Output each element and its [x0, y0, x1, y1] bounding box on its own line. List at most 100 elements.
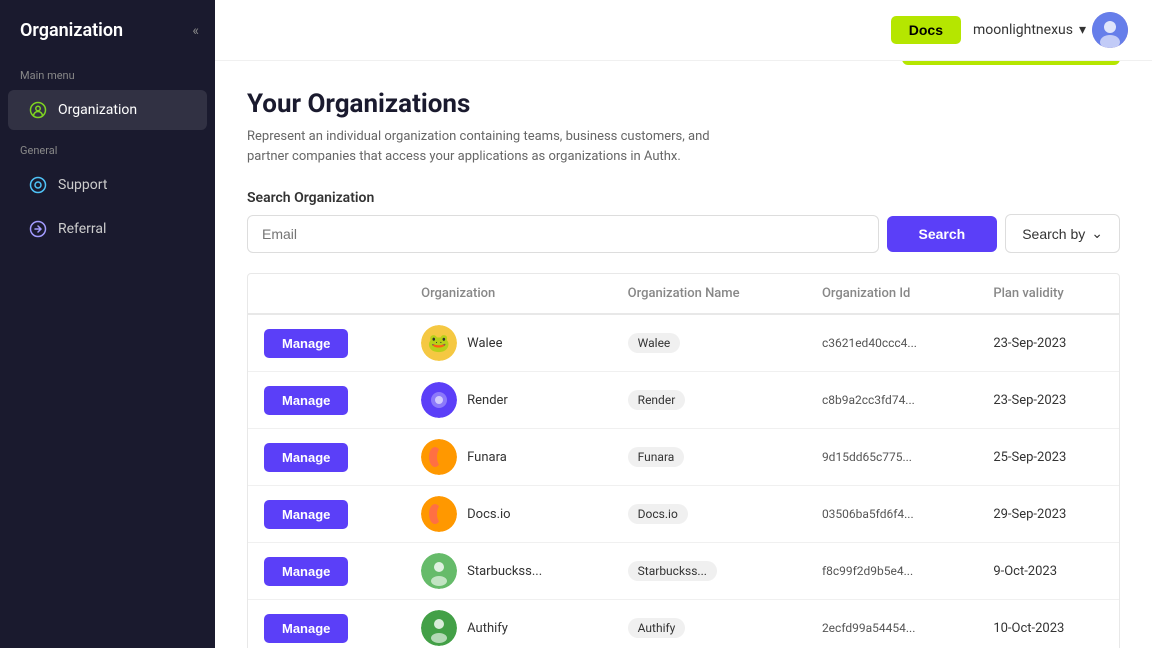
plan-cell: 9-Oct-2023: [977, 543, 1119, 600]
org-id-cell: 2ecfd99a54454...: [806, 600, 977, 648]
plan-date: 23-Sep-2023: [993, 393, 1066, 408]
manage-button[interactable]: Manage: [264, 386, 348, 415]
org-name: Render: [467, 393, 508, 408]
table-row: Manage Funara Funara 9d15dd65c775... 25-…: [248, 429, 1119, 486]
org-id-cell: f8c99f2d9b5e4...: [806, 543, 977, 600]
org-id: c8b9a2cc3fd74...: [822, 393, 915, 407]
org-avatar: [421, 553, 457, 589]
sidebar-item-organization[interactable]: Organization: [8, 90, 207, 130]
manage-button[interactable]: Manage: [264, 614, 348, 643]
org-id: c3621ed40ccc4...: [822, 336, 917, 350]
search-input[interactable]: [247, 215, 879, 253]
org-id-cell: 03506ba5fd6f4...: [806, 486, 977, 543]
table-row: Manage Docs.io Docs.io 03506ba5fd6f4... …: [248, 486, 1119, 543]
manage-button[interactable]: Manage: [264, 329, 348, 358]
org-name-cell: Funara: [612, 429, 806, 486]
organizations-table: Organization Organization Name Organizat…: [247, 273, 1120, 648]
table-row: Manage 🐸 Walee Walee c3621ed40ccc4... 23…: [248, 314, 1119, 372]
org-id: f8c99f2d9b5e4...: [822, 564, 913, 578]
docs-button[interactable]: Docs: [891, 16, 961, 44]
sidebar-item-referral[interactable]: Referral: [8, 209, 207, 249]
create-org-button[interactable]: + Create New Organization: [902, 61, 1120, 65]
content-area: + Create New Organization Your Organizat…: [215, 61, 1152, 648]
manage-button[interactable]: Manage: [264, 500, 348, 529]
org-name-cell: Starbuckss...: [612, 543, 806, 600]
page-description: Represent an individual organization con…: [247, 127, 747, 166]
org-avatar: [421, 610, 457, 646]
sidebar-org-label: Organization: [58, 102, 137, 118]
plan-cell: 25-Sep-2023: [977, 429, 1119, 486]
org-id-cell: c8b9a2cc3fd74...: [806, 372, 977, 429]
org-cell: Funara: [405, 429, 612, 486]
user-dropdown[interactable]: moonlightnexus ▾: [973, 12, 1128, 48]
sidebar-item-support[interactable]: Support: [8, 165, 207, 205]
col-plan: Plan validity: [977, 274, 1119, 314]
plan-date: 10-Oct-2023: [993, 621, 1064, 636]
org-id: 2ecfd99a54454...: [822, 621, 915, 635]
manage-button[interactable]: Manage: [264, 557, 348, 586]
manage-cell: Manage: [248, 429, 405, 486]
org-badge: Funara: [628, 447, 685, 467]
manage-cell: Manage: [248, 543, 405, 600]
manage-cell: Manage: [248, 372, 405, 429]
search-by-button[interactable]: Search by ⌄: [1005, 214, 1120, 253]
page-title: Your Organizations: [247, 89, 1120, 119]
org-id: 9d15dd65c775...: [822, 450, 912, 464]
username-label: moonlightnexus: [973, 22, 1073, 38]
org-avatar: [421, 439, 457, 475]
org-cell: Docs.io: [405, 486, 612, 543]
org-badge: Authify: [628, 618, 686, 638]
org-cell: Authify: [405, 600, 612, 648]
org-name: Funara: [467, 450, 507, 465]
col-action: [248, 274, 405, 314]
org-cell: Render: [405, 372, 612, 429]
plan-date: 29-Sep-2023: [993, 507, 1066, 522]
search-row: Search Search by ⌄: [247, 214, 1120, 253]
org-name: Walee: [467, 336, 502, 351]
general-label: General: [0, 132, 215, 163]
main-content: Docs moonlightnexus ▾ + Create New Organ…: [215, 0, 1152, 648]
org-icon: [28, 100, 48, 120]
org-avatar: 🐸: [421, 325, 457, 361]
org-id: 03506ba5fd6f4...: [822, 507, 914, 521]
org-cell: Starbuckss...: [405, 543, 612, 600]
org-id-cell: 9d15dd65c775...: [806, 429, 977, 486]
plan-cell: 23-Sep-2023: [977, 372, 1119, 429]
org-name-cell: Authify: [612, 600, 806, 648]
org-badge: Render: [628, 390, 686, 410]
org-name: Authify: [467, 621, 508, 636]
sidebar-header: Organization «: [0, 0, 215, 57]
manage-button[interactable]: Manage: [264, 443, 348, 472]
sidebar-title: Organization: [20, 20, 123, 41]
manage-cell: Manage: [248, 600, 405, 648]
org-avatar: [421, 496, 457, 532]
org-name: Docs.io: [467, 507, 510, 522]
org-id-cell: c3621ed40ccc4...: [806, 314, 977, 372]
org-badge: Walee: [628, 333, 681, 353]
org-name: Starbuckss...: [467, 564, 542, 579]
collapse-button[interactable]: «: [192, 23, 199, 39]
org-avatar: [421, 382, 457, 418]
referral-icon: [28, 219, 48, 239]
search-by-label: Search by: [1022, 226, 1085, 242]
plan-cell: 10-Oct-2023: [977, 600, 1119, 648]
table-row: Manage Starbuckss... Starbuckss... f8c99…: [248, 543, 1119, 600]
org-badge: Docs.io: [628, 504, 688, 524]
topbar: Docs moonlightnexus ▾: [215, 0, 1152, 61]
org-name-cell: Render: [612, 372, 806, 429]
plan-cell: 29-Sep-2023: [977, 486, 1119, 543]
plan-date: 25-Sep-2023: [993, 450, 1066, 465]
search-button[interactable]: Search: [887, 216, 998, 252]
plan-cell: 23-Sep-2023: [977, 314, 1119, 372]
manage-cell: Manage: [248, 486, 405, 543]
org-name-cell: Walee: [612, 314, 806, 372]
org-cell: 🐸 Walee: [405, 314, 612, 372]
sidebar: Organization « Main menu Organization Ge…: [0, 0, 215, 648]
org-name-cell: Docs.io: [612, 486, 806, 543]
search-by-chevron: ⌄: [1091, 225, 1103, 242]
table-row: Manage Authify Authify 2ecfd99a54454... …: [248, 600, 1119, 648]
support-icon: [28, 175, 48, 195]
main-menu-label: Main menu: [0, 57, 215, 88]
table-row: Manage Render Render c8b9a2cc3fd74... 23…: [248, 372, 1119, 429]
sidebar-support-label: Support: [58, 177, 107, 193]
